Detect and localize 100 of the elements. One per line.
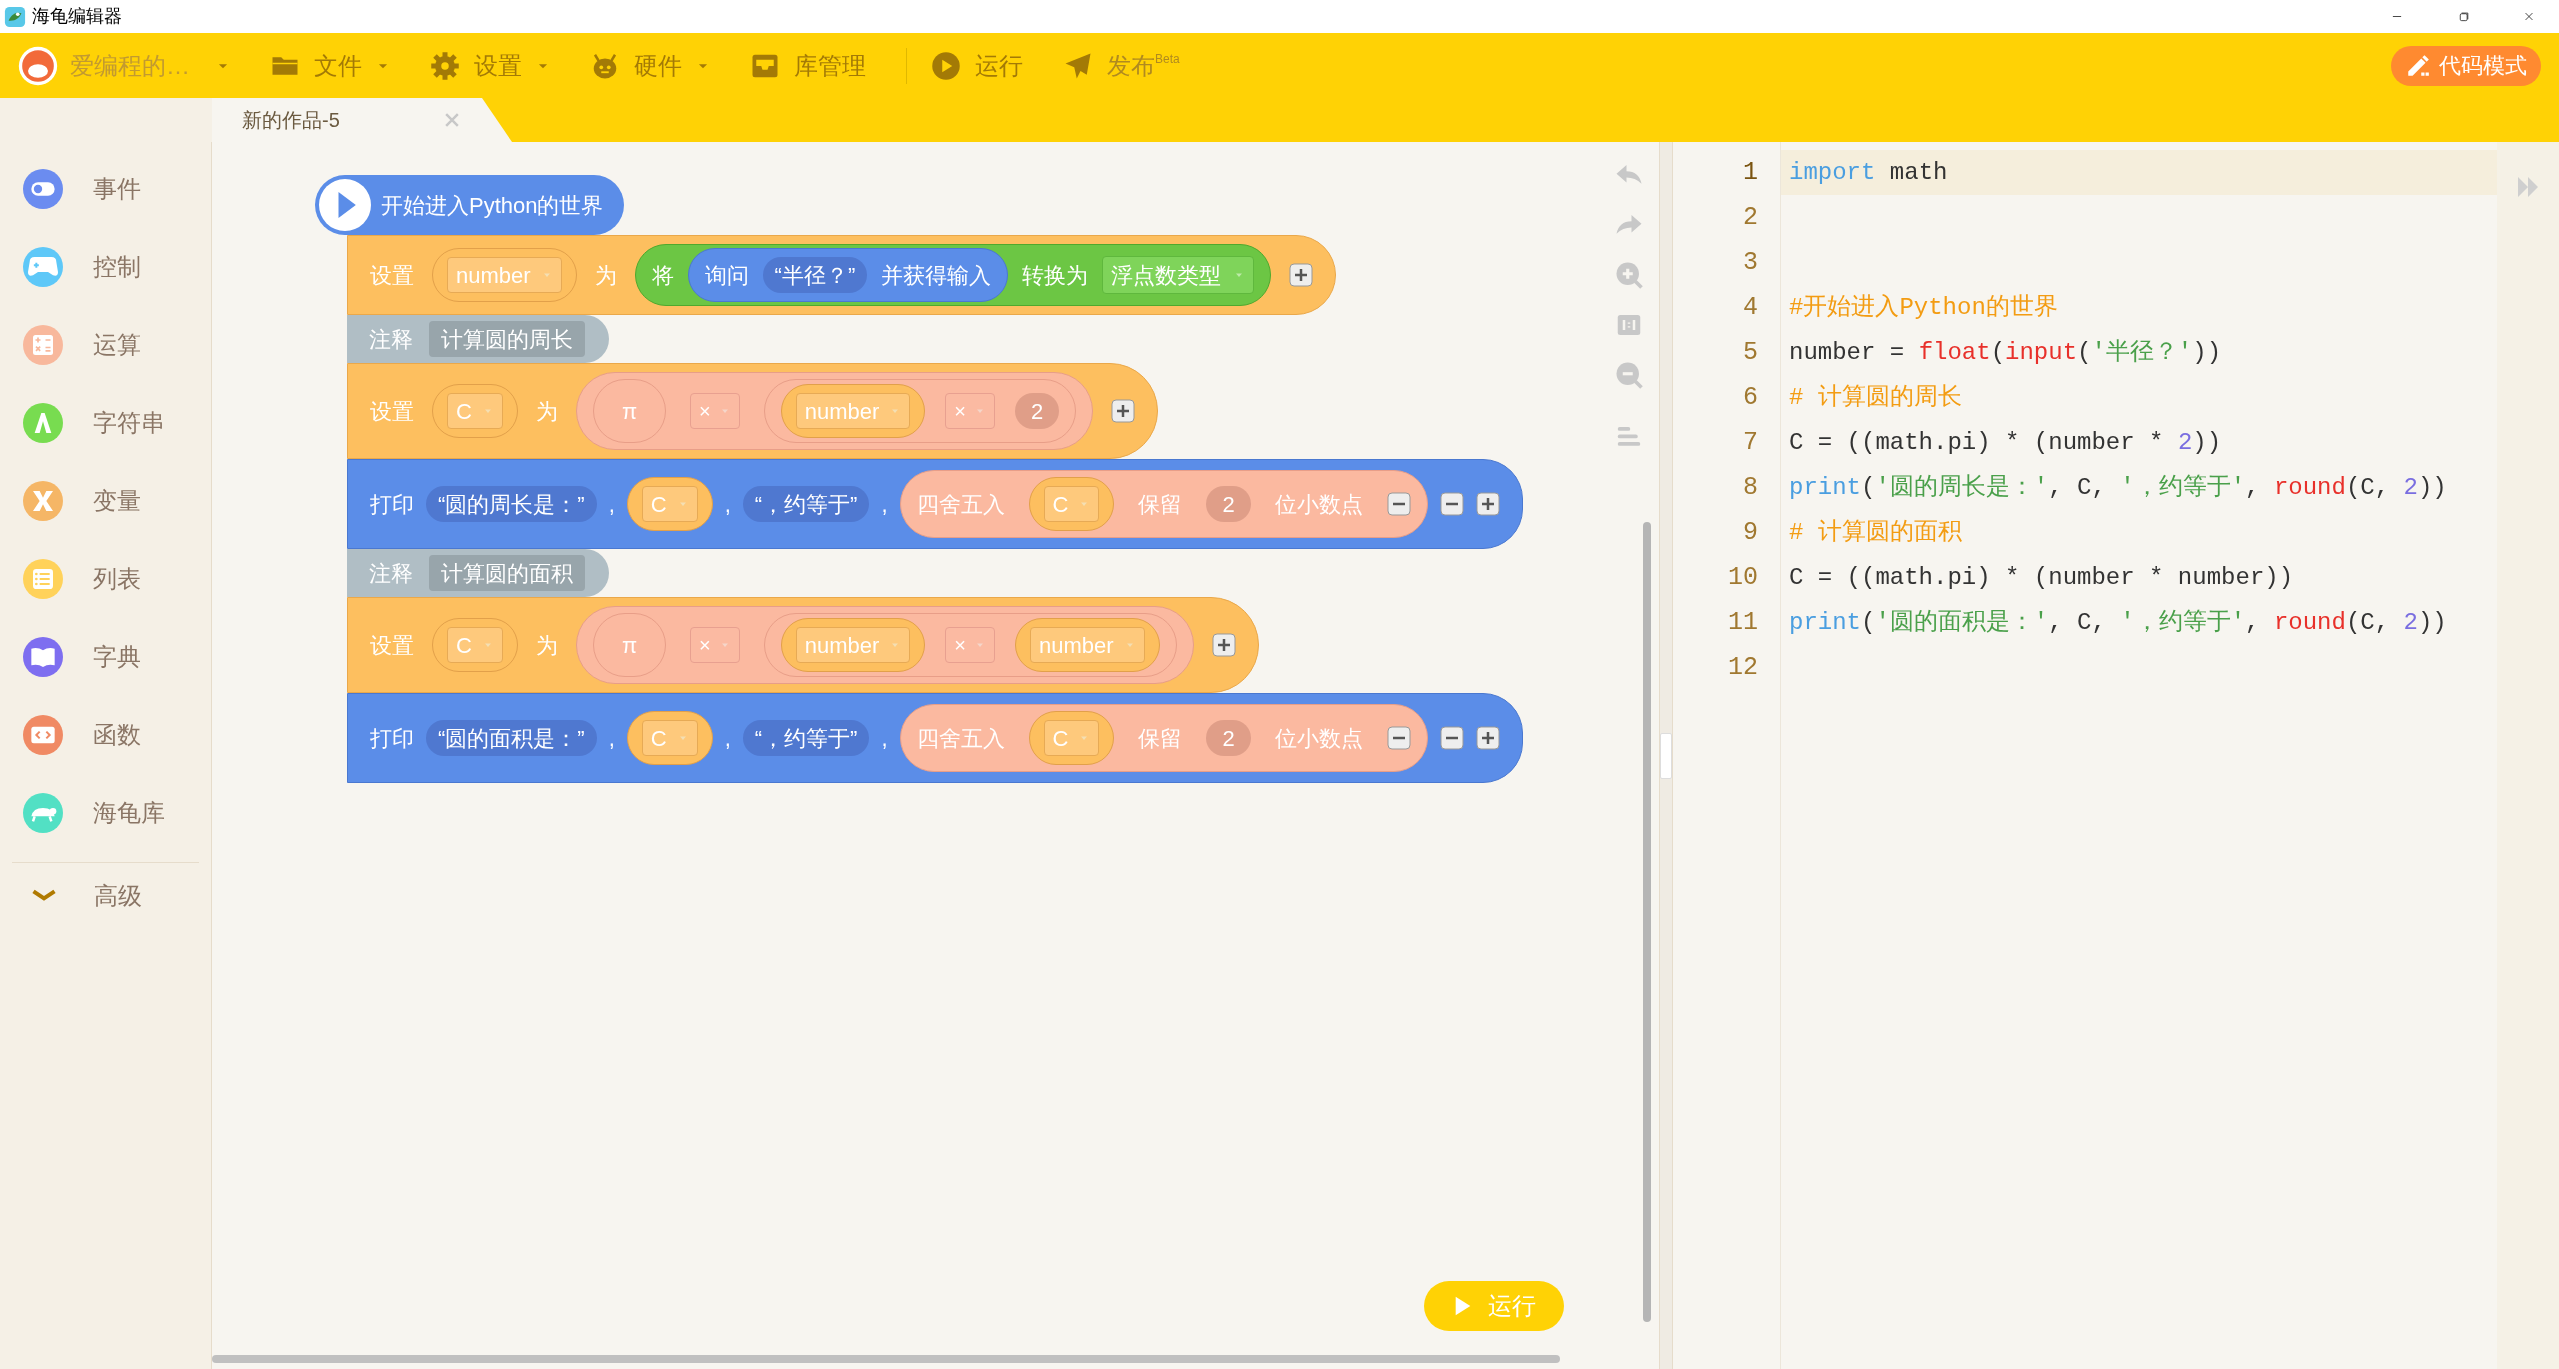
string-field[interactable]: “圆的周长是：” (426, 486, 597, 522)
horizontal-scrollbar[interactable] (212, 1355, 1560, 1363)
file-tab[interactable]: 新的作品-5 (212, 98, 512, 142)
number-field[interactable]: 2 (1206, 486, 1251, 522)
block-label: 转换为 (1022, 261, 1089, 290)
code-line: print('圆的周长是：', C, '，约等于', round(C, 2)) (1788, 472, 2448, 503)
block-label: 为 (535, 397, 558, 426)
plus-icon[interactable] (1289, 263, 1314, 287)
block-label: 注释 (369, 559, 413, 588)
category-item[interactable]: 控制 (0, 228, 211, 306)
string-field[interactable]: “半径？” (762, 257, 868, 293)
advanced-toggle[interactable]: 高级 (0, 863, 211, 929)
variable-dropdown[interactable]: number (795, 393, 911, 429)
category-item[interactable]: 字典 (0, 618, 211, 696)
number-field[interactable]: 2 (1015, 393, 1060, 429)
line-number: 11 (1727, 606, 1759, 639)
app-logo-icon (4, 5, 26, 28)
toolbar-button[interactable]: 库管理 (750, 47, 866, 84)
block-label: 设置 (370, 397, 414, 426)
minus-icon[interactable] (1439, 726, 1464, 750)
line-number: 12 (1727, 651, 1759, 684)
line-number: 6 (1742, 381, 1759, 414)
category-item[interactable]: 列表 (0, 540, 211, 618)
block-label: , (881, 724, 888, 753)
code-line: # 计算圆的面积 (1788, 517, 1963, 548)
variable-dropdown[interactable]: C (1043, 720, 1100, 756)
operator-dropdown[interactable]: × (945, 627, 996, 663)
category-item[interactable]: 事件 (0, 150, 211, 228)
block-label: 将 (651, 261, 674, 290)
number-field[interactable]: 2 (1206, 720, 1251, 756)
block-label: 并获得输入 (881, 261, 992, 290)
category-item[interactable]: 字符串 (0, 384, 211, 462)
code-mode-button[interactable]: 代码模式 (2391, 45, 2541, 86)
user-menu[interactable]: 爱编程的… (18, 45, 230, 86)
menu-button[interactable]: 硬件 (590, 47, 710, 84)
minus-icon[interactable] (1439, 492, 1464, 516)
zoom-in-icon[interactable] (1614, 260, 1644, 290)
block-label: 保留 (1138, 490, 1183, 519)
category-item[interactable]: 函数 (0, 696, 211, 774)
variable-dropdown[interactable]: number (447, 257, 562, 293)
comment-field[interactable]: 计算圆的周长 (429, 321, 585, 357)
minus-icon[interactable] (1386, 726, 1411, 750)
string-field[interactable]: “，约等于” (742, 720, 870, 756)
block-label: 设置 (370, 261, 414, 290)
block-label: 为 (535, 631, 558, 660)
plus-icon[interactable] (1211, 633, 1236, 657)
window-title: 海龟编辑器 (32, 5, 122, 28)
block-label: , (724, 724, 731, 753)
plus-icon[interactable] (1111, 399, 1136, 423)
block-label: , (608, 724, 615, 753)
variable-dropdown[interactable]: C (447, 393, 503, 429)
block-label: 保留 (1138, 724, 1183, 753)
plus-icon[interactable] (1475, 726, 1500, 750)
code-line: C = ((math.pi) * (number * 2)) (1788, 427, 2223, 458)
code-line: # 计算圆的周长 (1788, 382, 1963, 413)
line-number: 4 (1742, 291, 1759, 324)
type-dropdown[interactable]: 浮点数类型 (1102, 256, 1255, 294)
menu-button[interactable]: 文件 (270, 47, 390, 84)
block-label: 位小数点 (1274, 724, 1363, 753)
beta-label: Beta (1155, 50, 1180, 68)
run-button[interactable]: 运行 (1424, 1281, 1564, 1331)
toolbar-button[interactable]: 运行 (906, 47, 1023, 84)
operator-dropdown[interactable]: × (690, 393, 740, 429)
operator-dropdown[interactable]: × (690, 627, 740, 663)
string-field[interactable]: “，约等于” (742, 486, 870, 522)
block-label: 位小数点 (1274, 490, 1363, 519)
code-line: C = ((math.pi) * (number * number)) (1788, 562, 2295, 593)
operator-dropdown[interactable]: × (945, 393, 996, 429)
variable-dropdown[interactable]: C (641, 486, 698, 522)
line-number: 5 (1742, 336, 1759, 369)
line-number: 7 (1742, 426, 1759, 459)
vertical-scrollbar[interactable] (1643, 522, 1651, 1322)
string-field[interactable]: “圆的面积是：” (426, 720, 597, 756)
play-icon (931, 50, 961, 81)
variable-dropdown[interactable]: number (795, 627, 911, 663)
category-item[interactable]: 变量 (0, 462, 211, 540)
variable-dropdown[interactable]: C (447, 627, 503, 663)
line-number: 8 (1742, 471, 1759, 504)
menu-button[interactable]: 设置 (430, 47, 550, 84)
block-label: 四舍五入 (916, 490, 1005, 519)
splitter-handle[interactable] (1660, 732, 1672, 779)
line-number: 9 (1742, 516, 1759, 549)
comment-field[interactable]: 计算圆的面积 (429, 555, 585, 591)
block-label: 设置 (370, 631, 414, 660)
code-line: print('圆的面积是：', C, '，约等于', round(C, 2)) (1788, 607, 2448, 638)
plus-icon[interactable] (1475, 492, 1500, 516)
category-item[interactable]: 运算 (0, 306, 211, 384)
minus-icon[interactable] (1386, 492, 1411, 516)
line-number: 2 (1742, 201, 1759, 234)
zoom-out-icon[interactable] (1614, 360, 1644, 390)
variable-dropdown[interactable]: C (1043, 486, 1100, 522)
pencil-icon (2405, 52, 2431, 79)
code-line: number = float(input('半径？')) (1788, 337, 2223, 368)
line-number: 10 (1727, 561, 1759, 594)
variable-dropdown[interactable]: number (1030, 627, 1145, 663)
variable-dropdown[interactable]: C (641, 720, 698, 756)
category-item[interactable]: 海龟库 (0, 774, 211, 852)
gear-icon (430, 50, 460, 81)
line-number: 3 (1742, 246, 1759, 279)
block-label: , (724, 490, 731, 519)
